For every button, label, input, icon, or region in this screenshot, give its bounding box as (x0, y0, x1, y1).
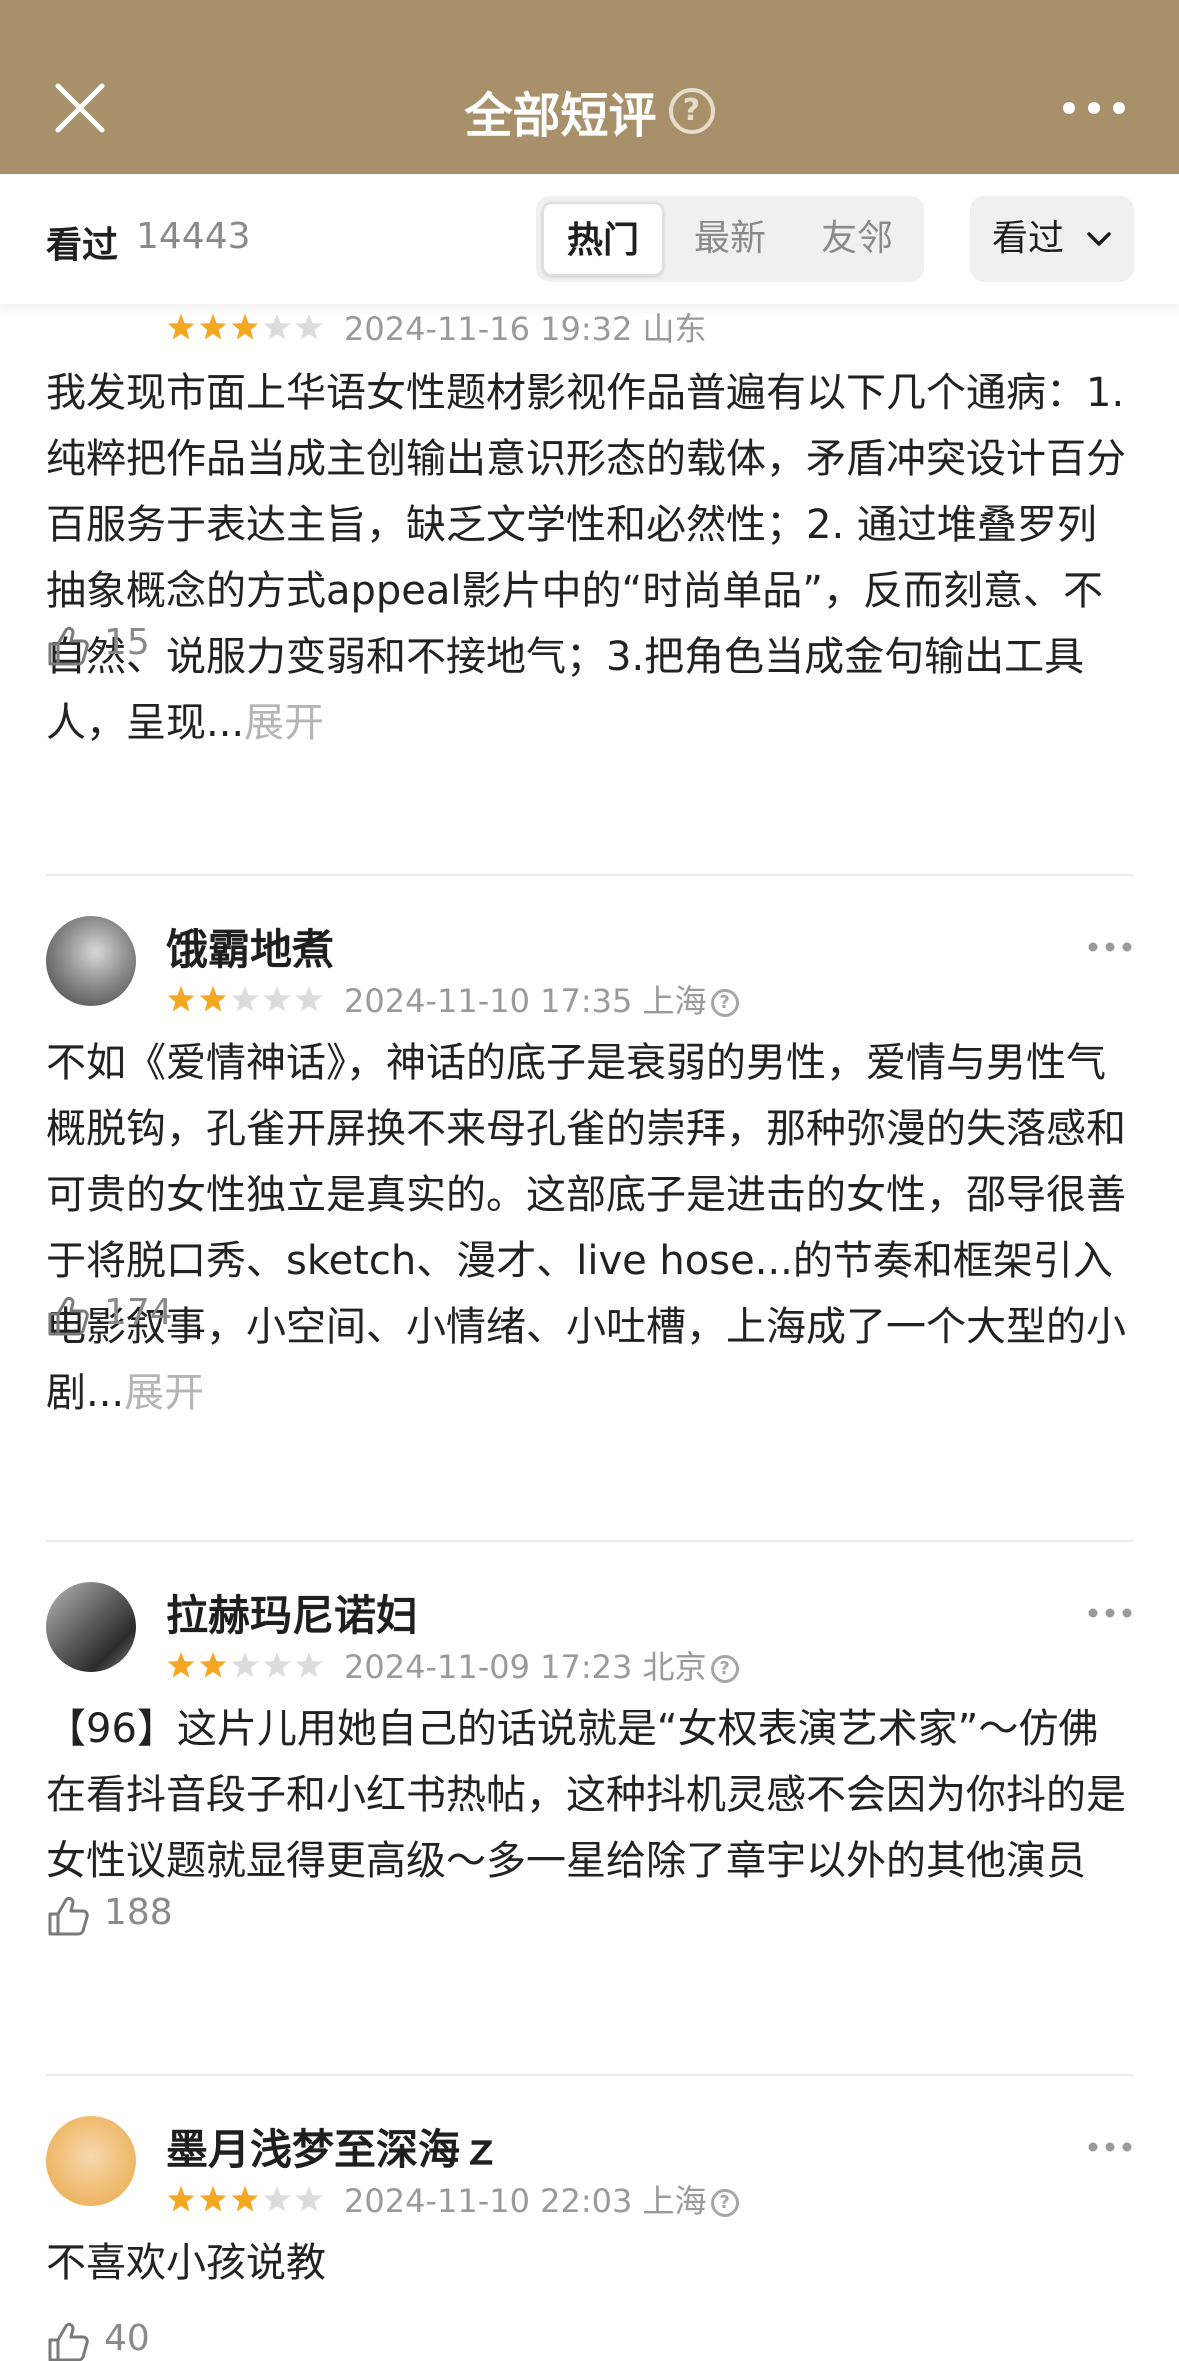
star-icon (231, 1652, 259, 1678)
star-icon (263, 986, 291, 1012)
help-icon[interactable]: ? (710, 2189, 739, 2217)
filter-bar: 看过 14443 热门 最新 友邻 看过 (0, 174, 1179, 304)
divider (46, 874, 1133, 876)
star-icon (199, 986, 227, 1012)
star-icon (167, 314, 195, 340)
thumbs-up-icon (48, 2322, 89, 2361)
star-icon (231, 986, 259, 1012)
comment-meta: 2024-11-10 17:35 上海? (344, 976, 739, 1022)
like-count: 174 (104, 1292, 173, 1333)
comment-item: 拉赫玛尼诺妇 2024-11-09 17:23 北京? 【96】这片儿用她自己的… (46, 1582, 1133, 2002)
more-horizontal-icon (1063, 102, 1125, 114)
help-icon[interactable]: ? (710, 1655, 739, 1683)
page-title: 全部短评 (464, 88, 657, 144)
username[interactable]: 墨月浅梦至深海ｚ (166, 2116, 502, 2177)
divider (46, 2074, 1133, 2076)
comment-text: 我发现市面上华语女性题材影视作品普遍有以下几个通病：1.纯粹把作品当成主创输出意… (46, 370, 1126, 746)
star-icon (263, 1652, 291, 1678)
sort-segmented-control: 热门 最新 友邻 (536, 196, 924, 282)
help-icon[interactable]: ? (668, 88, 715, 134)
avatar[interactable] (46, 916, 136, 1006)
star-icon (295, 986, 323, 1012)
comment-text: 【96】这片儿用她自己的话说就是“女权表演艺术家”～仿佛在看抖音段子和小红书热帖… (46, 1706, 1126, 1884)
avatar[interactable] (46, 2116, 136, 2206)
star-icon (263, 2186, 291, 2212)
avatar[interactable] (46, 1582, 136, 1672)
tab-hot[interactable]: 热门 (542, 202, 664, 276)
seen-count: 14443 (136, 216, 251, 257)
star-icon (231, 314, 259, 340)
like-count: 40 (104, 2318, 150, 2359)
star-icon (295, 314, 323, 340)
status-filter-label: 看过 (992, 218, 1065, 259)
thumbs-up-icon (48, 1896, 89, 1936)
divider (46, 1540, 1133, 1542)
seen-label: 看过 (46, 225, 119, 266)
comment-meta: 2024-11-10 22:03 上海? (344, 2176, 739, 2222)
like-count: 15 (104, 622, 150, 663)
rating-stars (167, 314, 323, 340)
username[interactable]: 饿霸地煮 (166, 916, 334, 977)
star-icon (295, 2186, 323, 2212)
expand-link[interactable]: 展开 (244, 700, 324, 746)
more-horizontal-icon[interactable] (1087, 2140, 1133, 2154)
more-button[interactable] (1059, 90, 1129, 126)
chevron-down-icon (1087, 232, 1111, 246)
rating-stars (167, 1652, 323, 1678)
comment-text: 不如《爱情神话》，神话的底子是衰弱的男性，爱情与男性气概脱钩，孔雀开屏换不来母孔… (46, 1040, 1126, 1416)
comment-meta: 2024-11-09 17:23 北京? (344, 1642, 739, 1688)
star-icon (167, 1652, 195, 1678)
comment-text: 不喜欢小孩说教 (46, 2240, 326, 2286)
status-filter-dropdown[interactable]: 看过 (970, 196, 1134, 282)
tab-latest[interactable]: 最新 (669, 202, 791, 276)
username[interactable]: 拉赫玛尼诺妇 (166, 1582, 418, 1643)
thumbs-up-icon (48, 626, 89, 666)
rating-stars (167, 2186, 323, 2212)
thumbs-up-icon (48, 1296, 89, 1336)
star-icon (295, 1652, 323, 1678)
comment-item: 墨月浅梦至深海ｚ 2024-11-10 22:03 上海? 不喜欢小孩说教 40 (46, 2116, 1133, 2361)
expand-link[interactable]: 展开 (124, 1370, 204, 1416)
star-icon (199, 314, 227, 340)
help-icon[interactable]: ? (710, 989, 739, 1017)
tab-friends[interactable]: 友邻 (796, 202, 918, 276)
more-horizontal-icon[interactable] (1087, 940, 1133, 954)
star-icon (199, 1652, 227, 1678)
more-horizontal-icon[interactable] (1087, 1606, 1133, 1620)
comment-meta: 2024-11-16 19:32 山东 (344, 310, 707, 348)
star-icon (199, 2186, 227, 2212)
comment-item: 饿霸地煮 2024-11-10 17:35 上海? 不如《爱情神话》，神话的底子… (46, 916, 1133, 1416)
star-icon (263, 314, 291, 340)
top-nav-bar: 全部短评? (0, 0, 1179, 174)
star-icon (167, 2186, 195, 2212)
star-icon (167, 986, 195, 1012)
star-icon (231, 2186, 259, 2212)
like-count: 188 (104, 1892, 173, 1933)
rating-stars (167, 986, 323, 1012)
